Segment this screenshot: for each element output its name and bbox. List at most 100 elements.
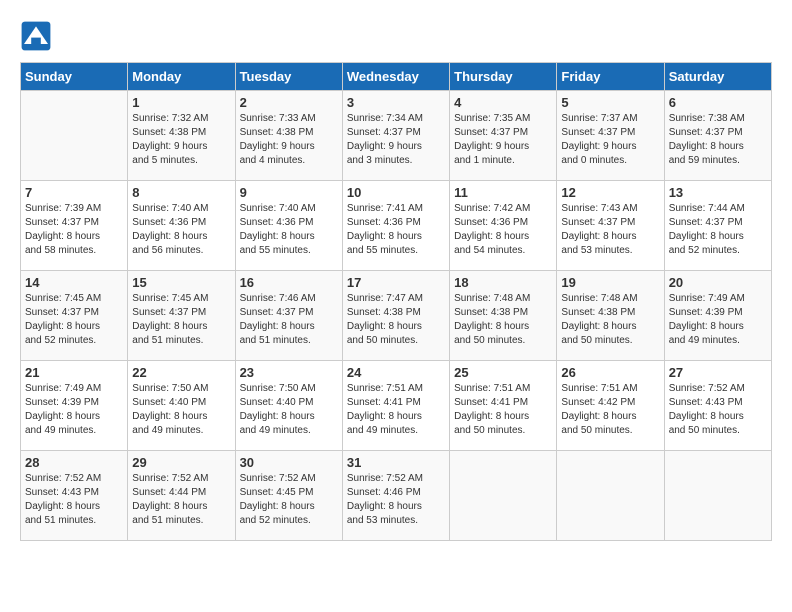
day-info: Sunrise: 7:52 AM Sunset: 4:44 PM Dayligh…: [132, 472, 230, 528]
day-number: 26: [561, 365, 659, 380]
logo-icon: [20, 20, 52, 52]
header-tuesday: Tuesday: [235, 63, 342, 91]
day-number: 29: [132, 455, 230, 470]
day-number: 22: [132, 365, 230, 380]
day-number: 27: [669, 365, 767, 380]
day-info: Sunrise: 7:51 AM Sunset: 4:42 PM Dayligh…: [561, 382, 659, 438]
header-saturday: Saturday: [664, 63, 771, 91]
day-info: Sunrise: 7:49 AM Sunset: 4:39 PM Dayligh…: [669, 292, 767, 348]
day-info: Sunrise: 7:35 AM Sunset: 4:37 PM Dayligh…: [454, 112, 552, 168]
day-number: 7: [25, 185, 123, 200]
calendar-cell: 1 Sunrise: 7:32 AM Sunset: 4:38 PM Daylig…: [128, 91, 235, 181]
day-number: 5: [561, 95, 659, 110]
day-number: 1: [132, 95, 230, 110]
calendar-cell: 13 Sunrise: 7:44 AM Sunset: 4:37 PM Dayli…: [664, 181, 771, 271]
day-number: 30: [240, 455, 338, 470]
day-number: 18: [454, 275, 552, 290]
day-number: 21: [25, 365, 123, 380]
calendar-cell: 26 Sunrise: 7:51 AM Sunset: 4:42 PM Dayli…: [557, 361, 664, 451]
calendar-cell: [450, 451, 557, 541]
day-number: 19: [561, 275, 659, 290]
calendar-cell: 21 Sunrise: 7:49 AM Sunset: 4:39 PM Dayli…: [21, 361, 128, 451]
day-number: 3: [347, 95, 445, 110]
day-info: Sunrise: 7:38 AM Sunset: 4:37 PM Dayligh…: [669, 112, 767, 168]
calendar-week-4: 21 Sunrise: 7:49 AM Sunset: 4:39 PM Dayli…: [21, 361, 772, 451]
calendar-cell: 18 Sunrise: 7:48 AM Sunset: 4:38 PM Dayli…: [450, 271, 557, 361]
calendar-cell: 11 Sunrise: 7:42 AM Sunset: 4:36 PM Dayli…: [450, 181, 557, 271]
calendar-cell: 4 Sunrise: 7:35 AM Sunset: 4:37 PM Daylig…: [450, 91, 557, 181]
day-info: Sunrise: 7:40 AM Sunset: 4:36 PM Dayligh…: [240, 202, 338, 258]
calendar-week-2: 7Sunrise: 7:39 AM Sunset: 4:37 PM Daylig…: [21, 181, 772, 271]
calendar-cell: 16 Sunrise: 7:46 AM Sunset: 4:37 PM Dayli…: [235, 271, 342, 361]
day-info: Sunrise: 7:52 AM Sunset: 4:46 PM Dayligh…: [347, 472, 445, 528]
day-info: Sunrise: 7:51 AM Sunset: 4:41 PM Dayligh…: [347, 382, 445, 438]
day-info: Sunrise: 7:40 AM Sunset: 4:36 PM Dayligh…: [132, 202, 230, 258]
calendar-cell: [557, 451, 664, 541]
calendar-cell: 28Sunrise: 7:52 AM Sunset: 4:43 PM Dayli…: [21, 451, 128, 541]
calendar-cell: [664, 451, 771, 541]
day-number: 2: [240, 95, 338, 110]
day-info: Sunrise: 7:49 AM Sunset: 4:39 PM Dayligh…: [25, 382, 123, 438]
day-info: Sunrise: 7:52 AM Sunset: 4:43 PM Dayligh…: [669, 382, 767, 438]
day-number: 17: [347, 275, 445, 290]
calendar-week-5: 28Sunrise: 7:52 AM Sunset: 4:43 PM Dayli…: [21, 451, 772, 541]
day-info: Sunrise: 7:42 AM Sunset: 4:36 PM Dayligh…: [454, 202, 552, 258]
day-number: 14: [25, 275, 123, 290]
calendar-cell: 25Sunrise: 7:51 AM Sunset: 4:41 PM Dayli…: [450, 361, 557, 451]
calendar-cell: 2 Sunrise: 7:33 AM Sunset: 4:38 PM Daylig…: [235, 91, 342, 181]
day-info: Sunrise: 7:50 AM Sunset: 4:40 PM Dayligh…: [132, 382, 230, 438]
calendar-cell: 24 Sunrise: 7:51 AM Sunset: 4:41 PM Dayli…: [342, 361, 449, 451]
calendar-cell: 27 Sunrise: 7:52 AM Sunset: 4:43 PM Dayli…: [664, 361, 771, 451]
calendar-cell: 8 Sunrise: 7:40 AM Sunset: 4:36 PM Daylig…: [128, 181, 235, 271]
calendar-cell: 10Sunrise: 7:41 AM Sunset: 4:36 PM Dayli…: [342, 181, 449, 271]
day-info: Sunrise: 7:46 AM Sunset: 4:37 PM Dayligh…: [240, 292, 338, 348]
calendar-cell: 5 Sunrise: 7:37 AM Sunset: 4:37 PM Daylig…: [557, 91, 664, 181]
day-number: 31: [347, 455, 445, 470]
day-info: Sunrise: 7:43 AM Sunset: 4:37 PM Dayligh…: [561, 202, 659, 258]
calendar-cell: 14 Sunrise: 7:45 AM Sunset: 4:37 PM Dayli…: [21, 271, 128, 361]
calendar-cell: 15Sunrise: 7:45 AM Sunset: 4:37 PM Dayli…: [128, 271, 235, 361]
calendar-cell: 22 Sunrise: 7:50 AM Sunset: 4:40 PM Dayli…: [128, 361, 235, 451]
day-number: 12: [561, 185, 659, 200]
day-number: 4: [454, 95, 552, 110]
header-thursday: Thursday: [450, 63, 557, 91]
day-number: 8: [132, 185, 230, 200]
day-number: 13: [669, 185, 767, 200]
calendar-week-1: 1 Sunrise: 7:32 AM Sunset: 4:38 PM Daylig…: [21, 91, 772, 181]
day-info: Sunrise: 7:44 AM Sunset: 4:37 PM Dayligh…: [669, 202, 767, 258]
calendar-week-3: 14 Sunrise: 7:45 AM Sunset: 4:37 PM Dayli…: [21, 271, 772, 361]
day-number: 24: [347, 365, 445, 380]
day-info: Sunrise: 7:52 AM Sunset: 4:45 PM Dayligh…: [240, 472, 338, 528]
calendar-header-row: SundayMondayTuesdayWednesdayThursdayFrid…: [21, 63, 772, 91]
page-header: [20, 20, 772, 52]
day-info: Sunrise: 7:37 AM Sunset: 4:37 PM Dayligh…: [561, 112, 659, 168]
calendar-table: SundayMondayTuesdayWednesdayThursdayFrid…: [20, 62, 772, 541]
header-monday: Monday: [128, 63, 235, 91]
calendar-cell: 31 Sunrise: 7:52 AM Sunset: 4:46 PM Dayli…: [342, 451, 449, 541]
calendar-cell: [21, 91, 128, 181]
header-sunday: Sunday: [21, 63, 128, 91]
calendar-cell: 29 Sunrise: 7:52 AM Sunset: 4:44 PM Dayli…: [128, 451, 235, 541]
calendar-cell: 17 Sunrise: 7:47 AM Sunset: 4:38 PM Dayli…: [342, 271, 449, 361]
calendar-cell: 30 Sunrise: 7:52 AM Sunset: 4:45 PM Dayli…: [235, 451, 342, 541]
day-number: 25: [454, 365, 552, 380]
calendar-cell: 6 Sunrise: 7:38 AM Sunset: 4:37 PM Daylig…: [664, 91, 771, 181]
day-info: Sunrise: 7:32 AM Sunset: 4:38 PM Dayligh…: [132, 112, 230, 168]
calendar-cell: 20 Sunrise: 7:49 AM Sunset: 4:39 PM Dayli…: [664, 271, 771, 361]
day-info: Sunrise: 7:50 AM Sunset: 4:40 PM Dayligh…: [240, 382, 338, 438]
day-number: 28: [25, 455, 123, 470]
day-number: 20: [669, 275, 767, 290]
day-number: 6: [669, 95, 767, 110]
calendar-cell: 12 Sunrise: 7:43 AM Sunset: 4:37 PM Dayli…: [557, 181, 664, 271]
day-info: Sunrise: 7:33 AM Sunset: 4:38 PM Dayligh…: [240, 112, 338, 168]
calendar-cell: 3Sunrise: 7:34 AM Sunset: 4:37 PM Daylig…: [342, 91, 449, 181]
day-number: 16: [240, 275, 338, 290]
day-number: 15: [132, 275, 230, 290]
header-wednesday: Wednesday: [342, 63, 449, 91]
day-info: Sunrise: 7:48 AM Sunset: 4:38 PM Dayligh…: [454, 292, 552, 348]
day-number: 11: [454, 185, 552, 200]
day-info: Sunrise: 7:45 AM Sunset: 4:37 PM Dayligh…: [25, 292, 123, 348]
day-info: Sunrise: 7:47 AM Sunset: 4:38 PM Dayligh…: [347, 292, 445, 348]
day-info: Sunrise: 7:41 AM Sunset: 4:36 PM Dayligh…: [347, 202, 445, 258]
day-number: 23: [240, 365, 338, 380]
